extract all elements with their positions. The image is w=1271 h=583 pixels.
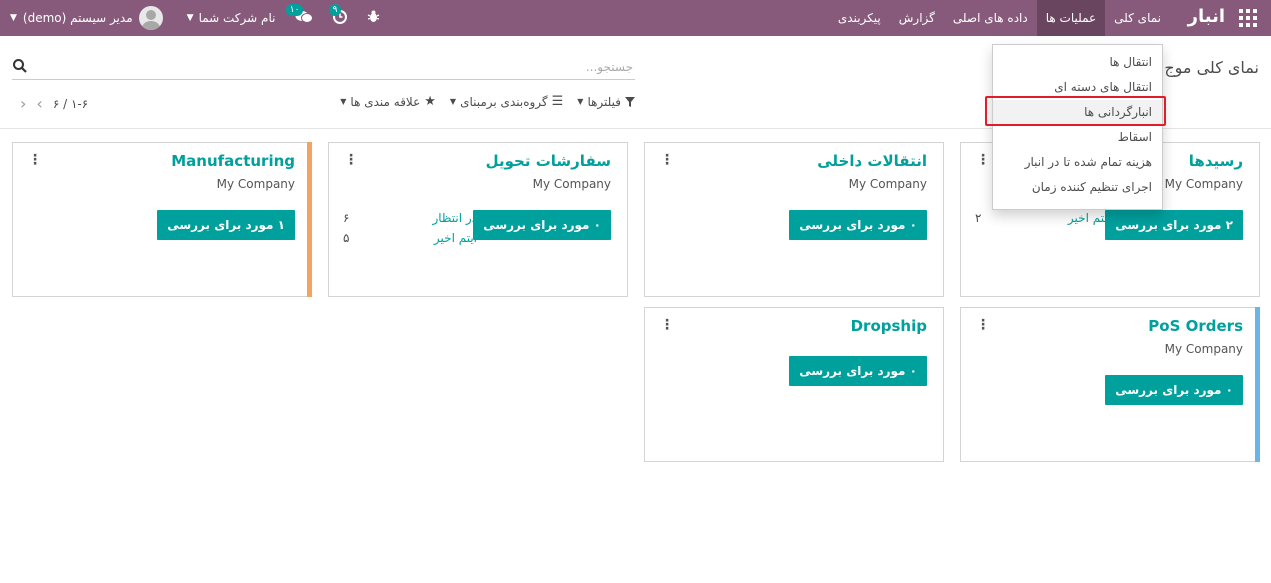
- menu-master-data[interactable]: داده های اصلی: [944, 0, 1037, 36]
- chevron-down-icon: ▼: [10, 13, 17, 23]
- card-company: My Company: [1164, 177, 1243, 191]
- card-company: My Company: [532, 177, 611, 191]
- list-icon: ☰: [551, 94, 564, 109]
- group-by-label: گروه‌بندی برمبنای: [460, 94, 548, 109]
- apps-grid-icon[interactable]: [1239, 9, 1257, 27]
- menu-operations[interactable]: عملیات ها: [1036, 0, 1106, 36]
- card-title[interactable]: Dropship: [851, 317, 927, 335]
- chevron-right-icon[interactable]: ›: [36, 94, 42, 113]
- to-process-button[interactable]: ۰ مورد برای بررسی: [473, 210, 611, 240]
- card-title[interactable]: PoS Orders: [1148, 317, 1243, 335]
- top-navbar: انبار نمای کلی عملیات ها داده های اصلی گ…: [0, 0, 1271, 36]
- chevron-down-icon: ▼: [340, 97, 347, 106]
- favorites-label: علاقه مندی ها: [350, 94, 421, 109]
- stat-label[interactable]: آیتم اخیر: [434, 231, 477, 245]
- favorites-button[interactable]: ★ علاقه مندی ها ▼: [340, 94, 436, 109]
- card-title[interactable]: انتقالات داخلی: [817, 152, 927, 170]
- app-brand[interactable]: انبار: [1188, 6, 1225, 27]
- filter-icon: [625, 96, 635, 107]
- user-menu[interactable]: مدیر سیستم (demo) ▼: [10, 6, 163, 30]
- dropdown-item-transfers[interactable]: انتقال ها: [993, 50, 1162, 75]
- to-process-button[interactable]: ۰ مورد برای بررسی: [789, 210, 927, 240]
- search-icon[interactable]: [12, 58, 28, 74]
- activities-badge: ۹: [328, 3, 342, 16]
- activities-button[interactable]: ۹: [328, 3, 348, 27]
- stat-waiting-value: ۶: [343, 211, 350, 225]
- color-accent: [307, 142, 312, 297]
- stat-recent: آیتم اخیر: [434, 231, 477, 245]
- star-icon: ★: [424, 94, 436, 109]
- color-accent: [1255, 307, 1260, 462]
- search-bar: [12, 55, 635, 80]
- page-title: نمای کلی موج: [1164, 58, 1259, 77]
- card-title[interactable]: رسیدها: [1189, 152, 1243, 170]
- group-by-button[interactable]: ☰ گروه‌بندی برمبنای ▼: [450, 94, 563, 109]
- stat-recent-value: ۵: [343, 231, 350, 245]
- avatar: [138, 6, 163, 30]
- chevron-down-icon: ▼: [186, 13, 194, 23]
- kebab-menu-icon[interactable]: ⋮: [976, 317, 990, 333]
- chevron-down-icon: ▼: [577, 97, 584, 106]
- dropdown-item-run-scheduler[interactable]: اجرای تنظیم کننده زمان: [993, 175, 1162, 200]
- dropdown-item-scrap[interactable]: اسقاط: [993, 125, 1162, 150]
- filters-label: فیلترها: [587, 94, 621, 109]
- main-menu: نمای کلی عملیات ها داده های اصلی گزارش پ…: [829, 0, 1170, 36]
- filters-button[interactable]: فیلترها ▼: [577, 94, 635, 109]
- stat-label[interactable]: در انتظار: [432, 211, 477, 225]
- to-process-button[interactable]: ۰ مورد برای بررسی: [789, 356, 927, 386]
- kanban-card-internal: انتقالات داخلی My Company ⋮ ۰ مورد برای …: [644, 142, 944, 297]
- chevron-left-icon[interactable]: ‹: [20, 94, 26, 113]
- dropdown-item-batch-transfers[interactable]: انتقال های دسته ای: [993, 75, 1162, 100]
- menu-configuration[interactable]: پیکربندی: [829, 0, 890, 36]
- navbar-systray: مدیر سیستم (demo) ▼ نام شرکت شما ▼ ۱۰ ۹: [10, 0, 380, 36]
- chevron-down-icon: ▼: [449, 97, 457, 106]
- stat-waiting: در انتظار: [432, 211, 477, 225]
- kanban-card-dropship: Dropship ⋮ ۰ مورد برای بررسی: [644, 307, 944, 462]
- stat-label[interactable]: آیتم اخیر: [1068, 211, 1111, 225]
- kebab-menu-icon[interactable]: ⋮: [660, 317, 674, 333]
- pager-value[interactable]: ۱-۶ / ۶: [53, 97, 88, 111]
- kebab-menu-icon[interactable]: ⋮: [660, 152, 674, 168]
- menu-overview[interactable]: نمای کلی: [1105, 0, 1170, 36]
- stat-recent-value: ۲: [975, 211, 982, 225]
- dropdown-item-landed-costs[interactable]: هزینه تمام شده تا در انبار: [993, 150, 1162, 175]
- to-process-button[interactable]: ۲ مورد برای بررسی: [1105, 210, 1243, 240]
- kebab-menu-icon[interactable]: ⋮: [976, 152, 990, 168]
- kanban-card-delivery: سفارشات تحویل My Company ⋮ ۰ مورد برای ب…: [328, 142, 628, 297]
- search-input[interactable]: [36, 55, 635, 79]
- bug-icon: [368, 10, 380, 22]
- kebab-menu-icon[interactable]: ⋮: [344, 152, 358, 168]
- kanban-card-manufacturing: Manufacturing My Company ⋮ ۱ مورد برای ب…: [12, 142, 312, 297]
- search-options: فیلترها ▼ ☰ گروه‌بندی برمبنای ▼ ★ علاقه …: [340, 94, 635, 109]
- kebab-menu-icon[interactable]: ⋮: [28, 152, 42, 168]
- operations-dropdown: انتقال ها انتقال های دسته ای انبارگردانی…: [992, 44, 1163, 210]
- card-title[interactable]: Manufacturing: [171, 152, 295, 170]
- pager: ‹ › ۱-۶ / ۶: [20, 94, 102, 113]
- debug-button[interactable]: [367, 10, 380, 26]
- messages-button[interactable]: ۱۰: [285, 3, 314, 27]
- card-company: My Company: [848, 177, 927, 191]
- company-switcher[interactable]: نام شرکت شما ▼: [187, 11, 276, 25]
- company-name: نام شرکت شما: [198, 11, 276, 25]
- kanban-card-pos: PoS Orders My Company ⋮ ۰ مورد برای بررس…: [960, 307, 1260, 462]
- menu-reporting[interactable]: گزارش: [890, 0, 944, 36]
- stat-recent: آیتم اخیر: [1068, 211, 1111, 225]
- messages-badge: ۱۰: [285, 3, 304, 16]
- user-name: مدیر سیستم (demo): [22, 11, 133, 25]
- card-title[interactable]: سفارشات تحویل: [486, 152, 611, 170]
- card-company: My Company: [216, 177, 295, 191]
- dropdown-item-inventory-adjustments[interactable]: انبارگردانی ها: [993, 100, 1162, 125]
- to-process-button[interactable]: ۱ مورد برای بررسی: [157, 210, 295, 240]
- card-company: My Company: [1164, 342, 1243, 356]
- to-process-button[interactable]: ۰ مورد برای بررسی: [1105, 375, 1243, 405]
